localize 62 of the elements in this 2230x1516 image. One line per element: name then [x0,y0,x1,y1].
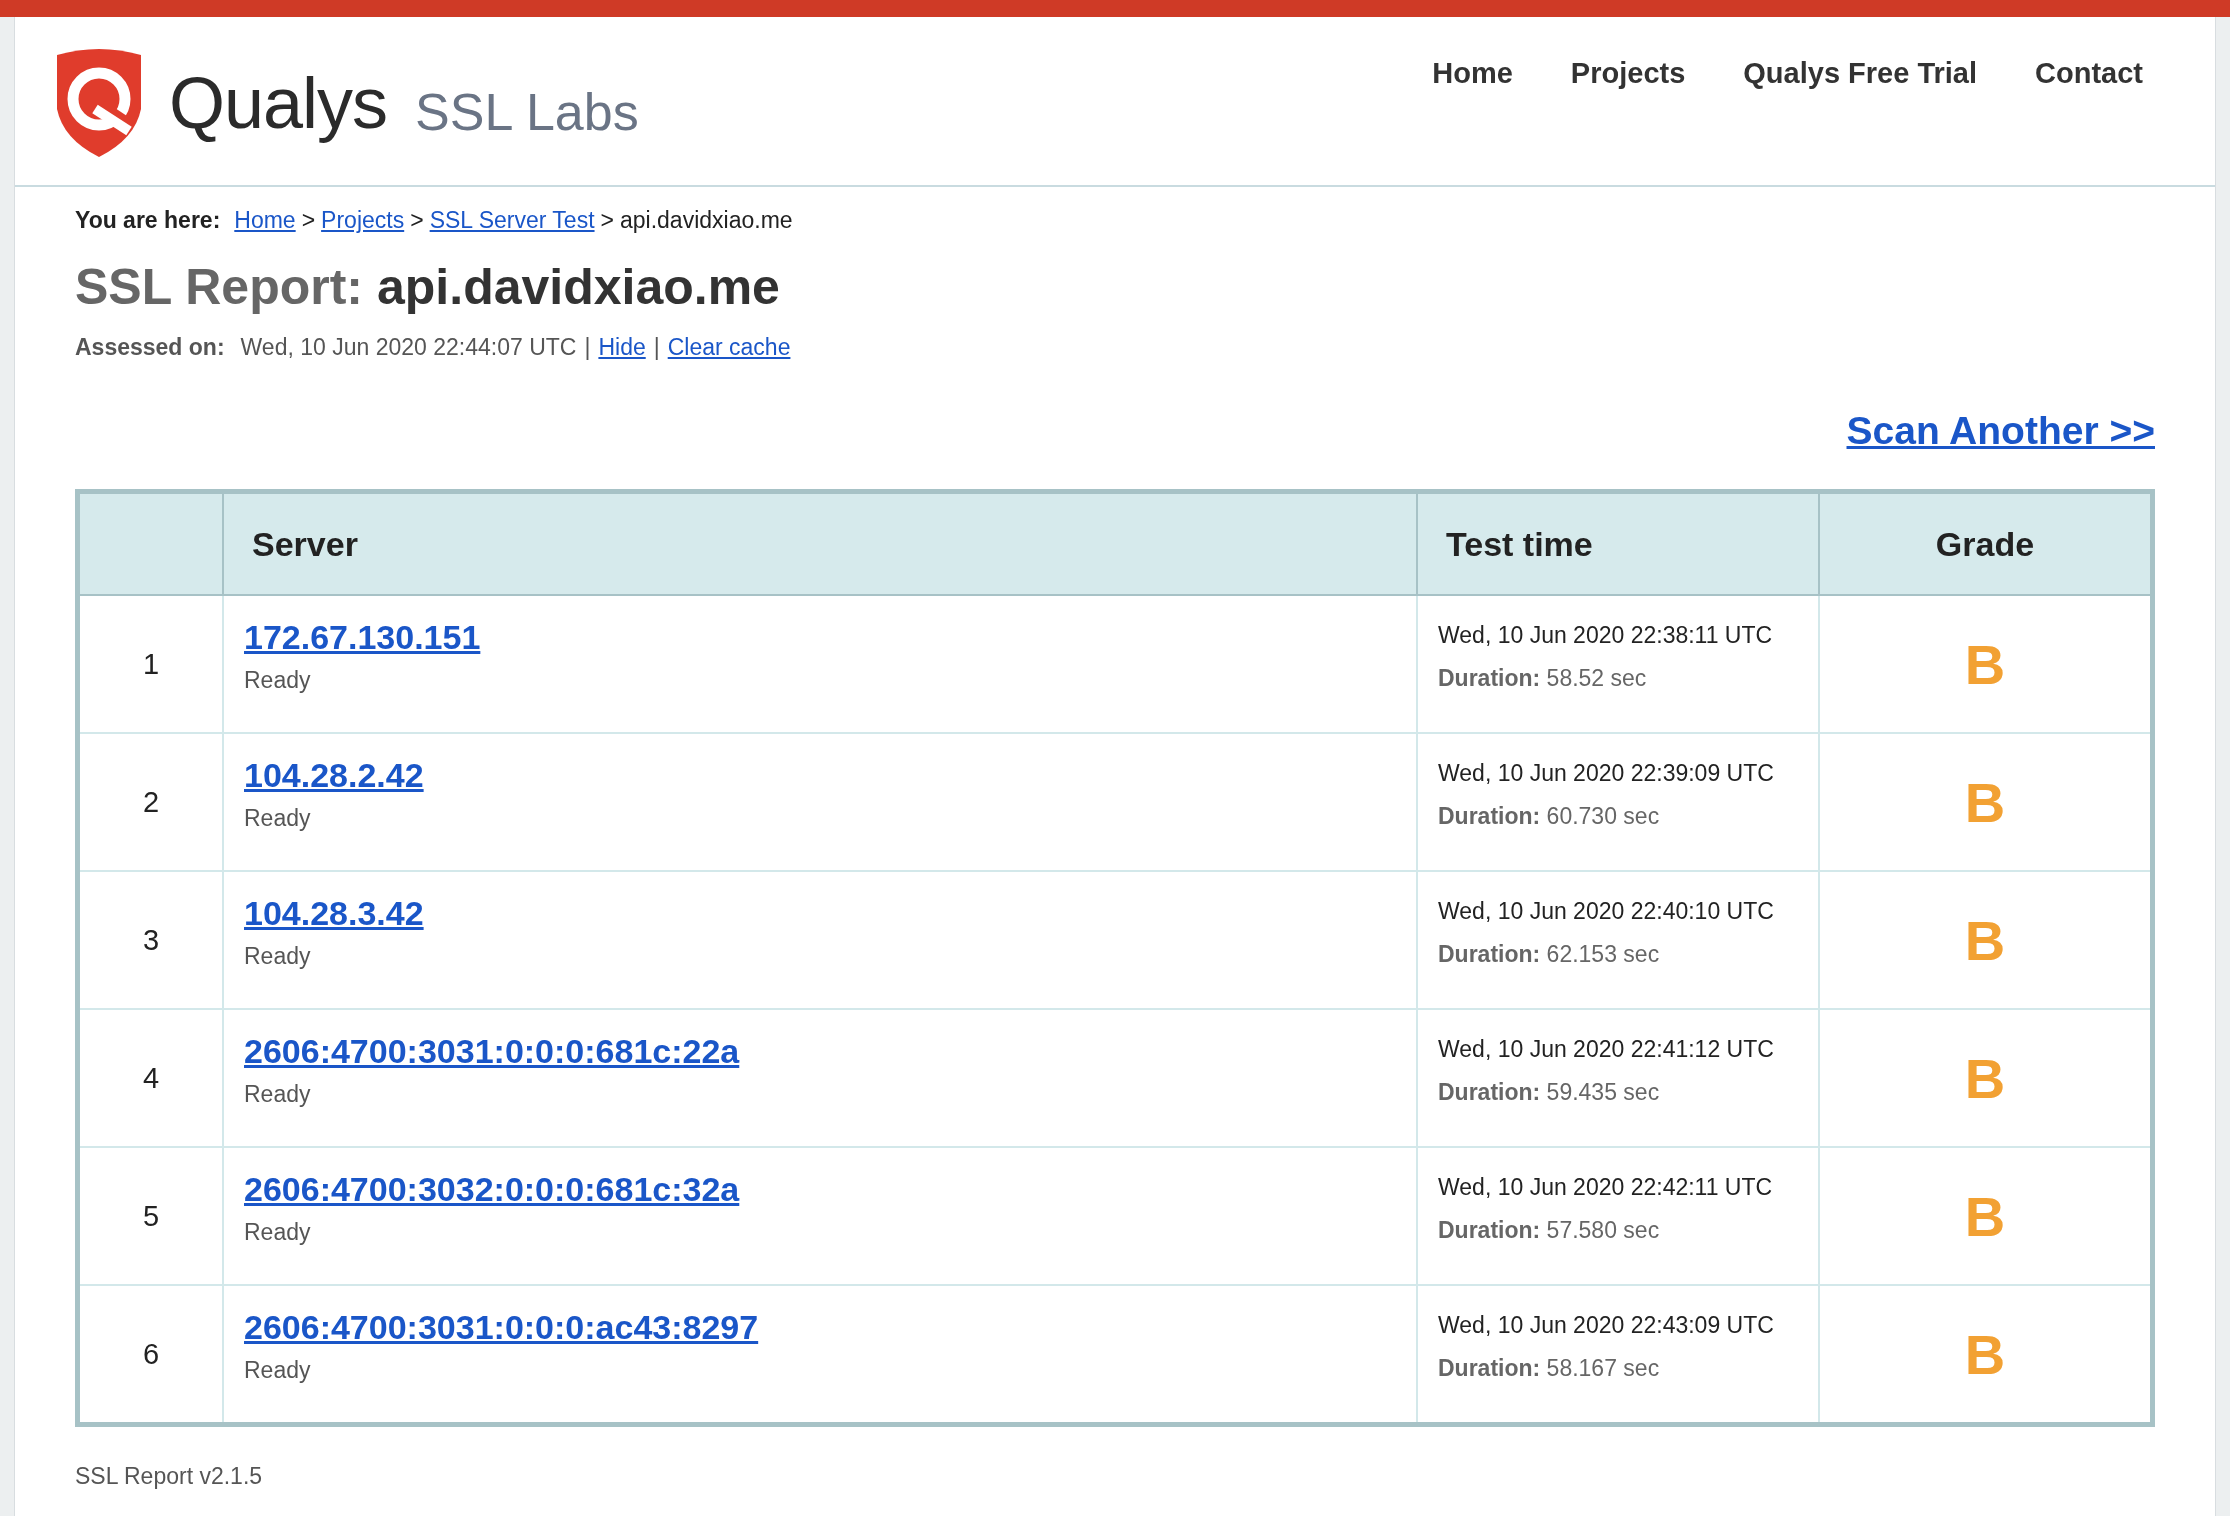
breadcrumb-separator: > [301,207,316,234]
nav-link[interactable]: Home [1432,57,1513,90]
breadcrumb-link[interactable]: Projects [321,207,405,234]
test-time: Wed, 10 Jun 2020 22:38:11 UTC [1438,622,1774,649]
brand-name: Qualys [169,62,388,144]
duration-text: Duration: 58.167 sec [1438,1355,1661,1382]
column-header: Server [223,491,1417,595]
nav-link[interactable]: Contact [2035,57,2143,90]
duration-text: Duration: 59.435 sec [1438,1079,1661,1106]
grade-letter: B [1964,908,2006,972]
version-text: SSL Report v2.1.5 [75,1463,264,1490]
duration-text: Duration: 60.730 sec [1438,803,1661,830]
nav-link[interactable]: Qualys Free Trial [1743,57,1978,90]
breadcrumb-separator: > [600,207,614,234]
server-link[interactable]: 104.28.3.42 [244,894,424,933]
link-separator: | [584,334,591,361]
test-time: Wed, 10 Jun 2020 22:41:12 UTC [1438,1036,1775,1063]
status-text: Ready [244,1357,312,1384]
row-number: 1 [77,595,223,733]
duration-text: Duration: 58.52 sec [1438,665,1648,692]
breadcrumb-current: api.davidxiao.me [620,207,793,234]
report-title-prefix: SSL Report: [75,262,363,312]
row-number: 2 [77,733,223,871]
breadcrumb-link[interactable]: SSL Server Test [429,207,595,234]
row-number: 4 [77,1009,223,1147]
product-name: SSL Labs [415,82,639,142]
test-time: Wed, 10 Jun 2020 22:39:09 UTC [1438,760,1775,787]
server-link[interactable]: 2606:4700:3031:0:0:0:ac43:8297 [244,1308,759,1347]
breadcrumb-separator: > [410,207,424,234]
grade-letter: B [1964,1046,2006,1110]
server-link[interactable]: 104.28.2.42 [244,756,424,795]
column-header: Test time [1417,491,1819,595]
breadcrumb-link[interactable]: Home [234,207,296,234]
nav-link[interactable]: Projects [1570,57,1686,90]
scan-another-link[interactable]: Scan Another >> [1846,409,2155,453]
link-separator: | [653,334,660,361]
server-link[interactable]: 172.67.130.151 [244,618,481,657]
test-time: Wed, 10 Jun 2020 22:43:09 UTC [1438,1312,1775,1339]
status-text: Ready [244,1219,312,1246]
row-number: 5 [77,1147,223,1285]
assessed-link[interactable]: Clear cache [667,334,791,361]
column-header: Grade [1819,491,2153,595]
grade-letter: B [1964,770,2006,834]
assessed-link[interactable]: Hide [598,334,646,361]
status-text: Ready [244,805,312,832]
assessed-label: Assessed on: [75,334,225,361]
server-link[interactable]: 2606:4700:3032:0:0:0:681c:32a [244,1170,740,1209]
report-host: api.davidxiao.me [377,262,780,312]
breadcrumb-label: You are here: [75,207,221,234]
duration-text: Duration: 62.153 sec [1438,941,1661,968]
server-link[interactable]: 2606:4700:3031:0:0:0:681c:22a [244,1032,740,1071]
status-text: Ready [244,667,312,694]
status-text: Ready [244,1081,312,1108]
status-text: Ready [244,943,312,970]
grade-letter: B [1964,1322,2006,1386]
duration-text: Duration: 57.580 sec [1438,1217,1661,1244]
grade-letter: B [1964,1184,2006,1248]
row-number: 3 [77,871,223,1009]
test-time: Wed, 10 Jun 2020 22:40:10 UTC [1438,898,1775,925]
test-time: Wed, 10 Jun 2020 22:42:11 UTC [1438,1174,1774,1201]
grade-letter: B [1964,632,2006,696]
assessed-date: Wed, 10 Jun 2020 22:44:07 UTC [240,334,577,361]
